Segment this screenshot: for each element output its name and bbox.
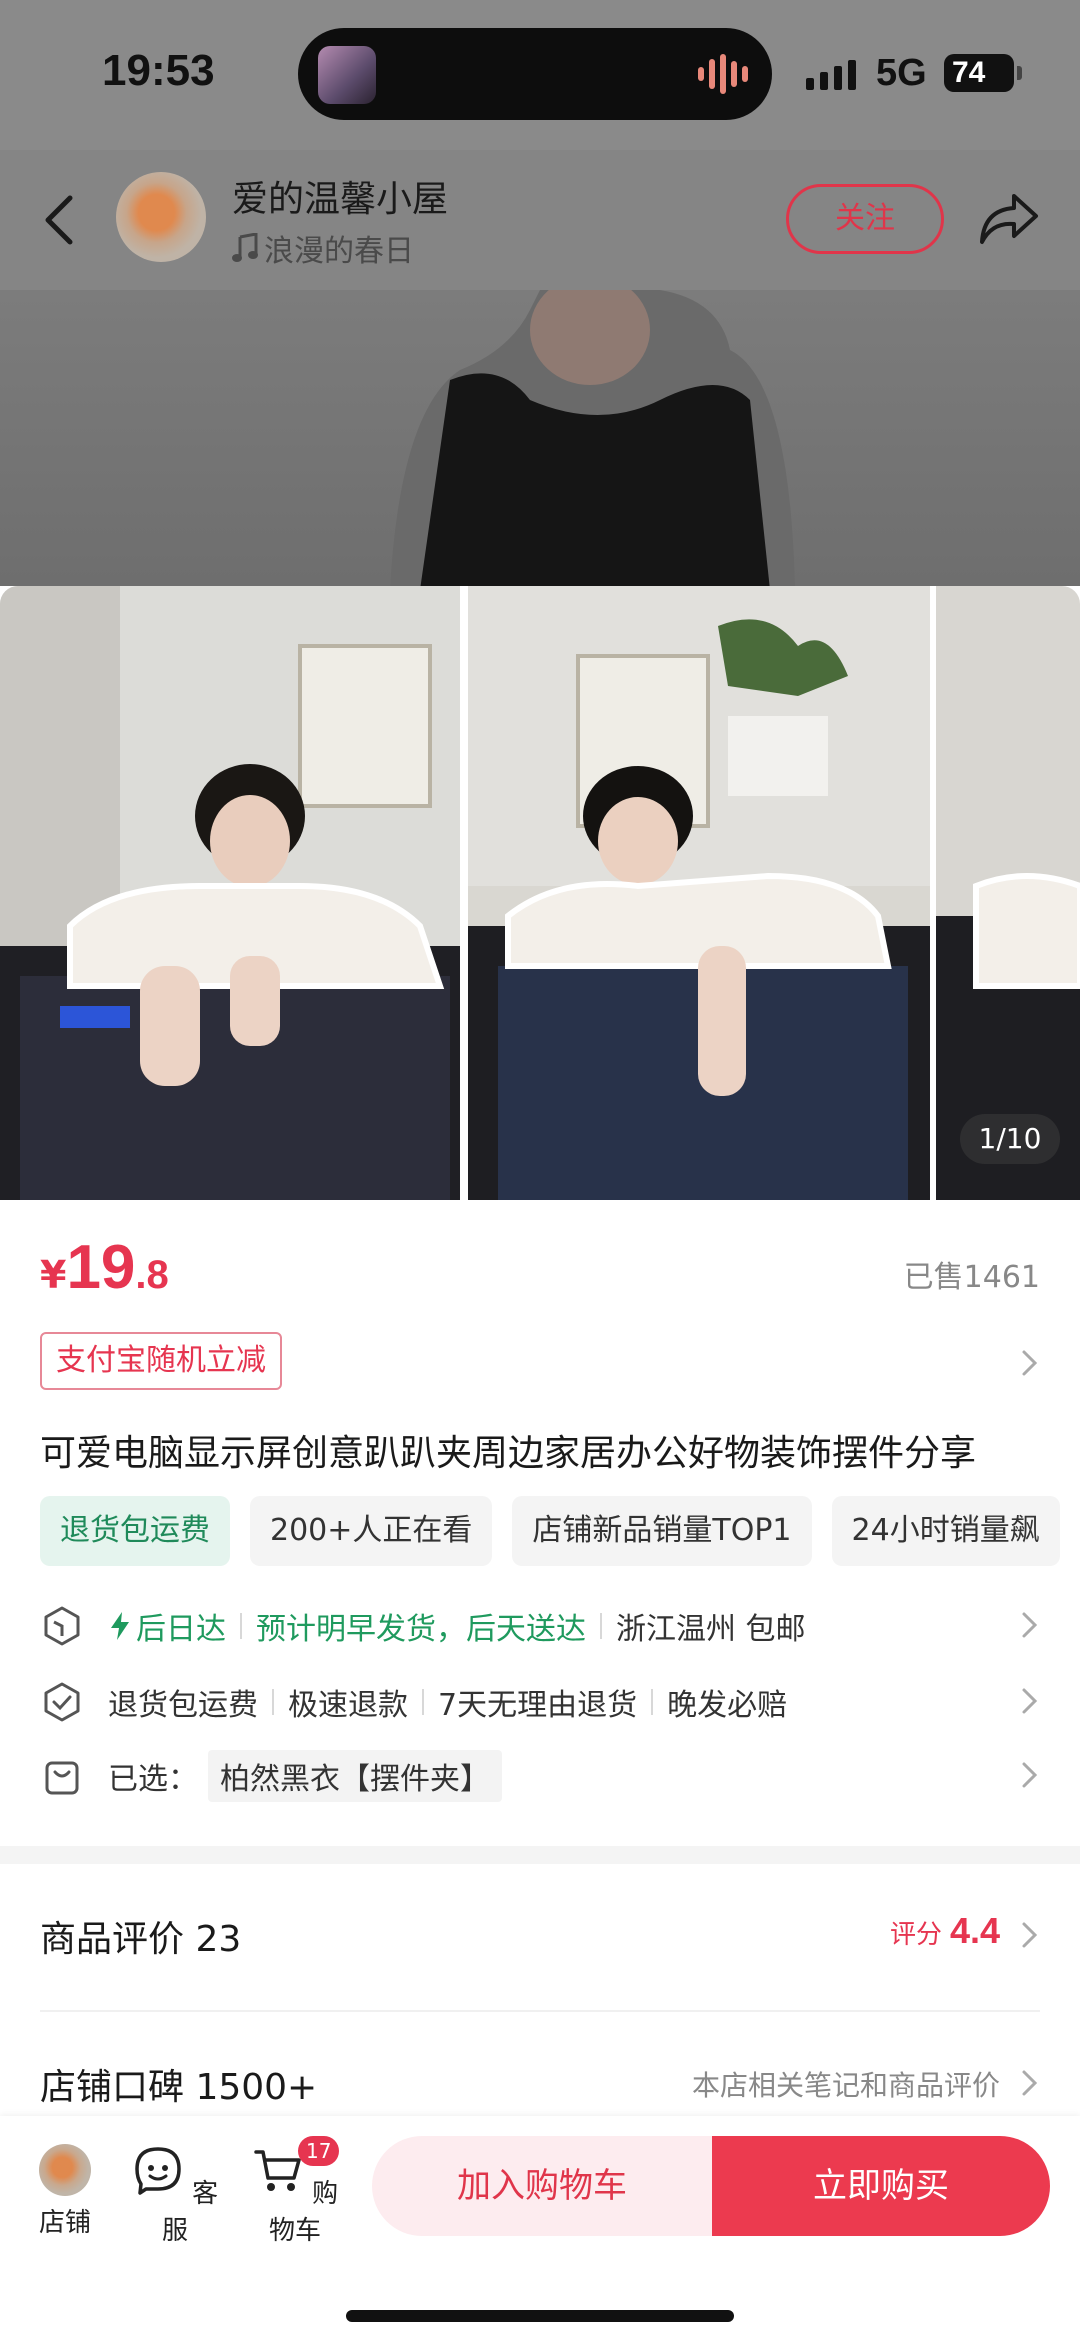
selection-label: 已选： [108,1762,198,1797]
product-tags: 退货包运费 200+人正在看 店铺新品销量TOP1 24小时销量飙 [40,1496,1060,1566]
shop-tab-label: 店铺 [38,2208,91,2238]
price-currency: ¥ [40,1253,67,1297]
shop-avatar[interactable] [116,172,206,262]
product-title: 可爱电脑显示屏创意趴趴夹周边家居办公好物装饰摆件分享 [40,1433,977,1474]
product-photo-1[interactable] [0,586,460,1200]
image-page-counter: 1/10 [960,1114,1060,1164]
shipping-estimate: 预计明早发货，后天送达 [256,1612,586,1647]
score-label: 评分 [889,1920,942,1950]
reputation-subtitle: 本店相关笔记和商品评价 [691,2069,1000,2102]
tag-viewers: 200+人正在看 [250,1496,493,1566]
score-value: 4.4 [949,1910,1000,1951]
buy-now-button[interactable]: 立即购买 [712,2136,1050,2236]
customer-service-tab[interactable]: 客服 [130,2144,220,2247]
shop-avatar-icon [39,2144,91,2196]
add-to-cart-button[interactable]: 加入购物车 [372,2136,712,2236]
guarantee-item: 晚发必赔 [667,1688,788,1723]
status-bar: 19:53 5G 74 [0,0,1080,150]
battery-icon: 74 [944,54,1022,92]
price: ¥ 19 .8 [40,1232,169,1303]
header-bar: 爱的温馨小屋 浪漫的春日 关注 [0,150,1080,290]
now-playing-thumbnail [318,46,376,104]
price-decimal: .8 [135,1253,169,1297]
cart-tab[interactable]: 17 购物车 [240,2136,350,2247]
status-time: 19:53 [102,46,215,95]
divider [40,2010,1040,2012]
chevron-right-icon [1022,1612,1038,1638]
sold-count: 已售1461 [903,1260,1040,1295]
product-image-gallery[interactable]: 1/10 [0,586,1080,1200]
shield-check-icon [44,1682,80,1722]
promo-tag[interactable]: 支付宝随机立减 [40,1332,282,1390]
cart-icon [254,2150,301,2191]
reviews-row[interactable]: 商品评价 23 评分 4.4 [40,1904,1040,1964]
package-icon [44,1606,80,1646]
shipping-origin: 浙江温州 包邮 [616,1612,806,1647]
chevron-right-icon [1022,1922,1038,1948]
tag-top-seller: 店铺新品销量TOP1 [512,1496,812,1566]
chevron-right-icon [1022,1688,1038,1714]
home-indicator[interactable] [346,2310,734,2322]
tag-return-shipping: 退货包运费 [40,1496,230,1566]
price-integer: 19 [66,1233,136,1302]
dynamic-island[interactable] [298,28,772,120]
review-score: 评分 4.4 [890,1910,1000,1952]
shipping-speed: 后日达 [136,1612,226,1647]
tag-24h-sales: 24小时销量飙 [831,1496,1060,1566]
background-person-image [390,290,795,586]
music-row[interactable]: 浪漫的春日 [232,226,414,270]
product-photo-3[interactable] [936,586,1080,1200]
selection-value: 柏然黑衣【摆件夹】 [208,1750,502,1802]
network-type: 5G [876,52,927,94]
share-icon[interactable] [976,186,1042,252]
lightning-icon [111,1612,129,1640]
chat-icon [135,2147,181,2195]
guarantee-item: 7天无理由退货 [438,1688,638,1723]
chevron-right-icon [1022,1762,1038,1788]
selection-row[interactable]: 已选： 柏然黑衣【摆件夹】 [40,1746,1040,1806]
reputation-title: 店铺口碑 1500+ [40,2067,318,2108]
signal-icon [806,58,856,90]
music-title: 浪漫的春日 [264,234,414,269]
guarantee-row[interactable]: 退货包运费 极速退款 7天无理由退货 晚发必赔 [40,1672,1040,1732]
chevron-right-icon [1022,2070,1038,2096]
shop-name[interactable]: 爱的温馨小屋 [232,170,448,222]
back-icon[interactable] [36,190,86,250]
shop-tab[interactable]: 店铺 [20,2144,110,2239]
cart-count-badge: 17 [298,2136,340,2166]
guarantee-item: 极速退款 [288,1688,408,1723]
reviews-title: 商品评价 23 [40,1919,242,1960]
chevron-right-icon[interactable] [1020,1348,1040,1378]
bag-icon [45,1761,79,1795]
music-note-icon [232,233,258,262]
background-video-overlay: 19:53 5G 74 爱的温馨小屋 浪漫的春日 关注 [0,0,1080,586]
guarantee-item: 退货包运费 [108,1688,258,1723]
product-photo-2[interactable] [468,586,930,1200]
section-divider [0,1846,1080,1864]
reputation-row[interactable]: 店铺口碑 1500+ 本店相关笔记和商品评价 [40,2052,1040,2112]
audio-wave-icon [698,54,748,94]
follow-button[interactable]: 关注 [786,184,944,254]
shipping-row[interactable]: 后日达 预计明早发货，后天送达 浙江温州 包邮 [40,1596,1040,1656]
bottom-action-bar: 店铺 客服 17 购物车 加入购物车 立即购买 [0,2116,1080,2341]
